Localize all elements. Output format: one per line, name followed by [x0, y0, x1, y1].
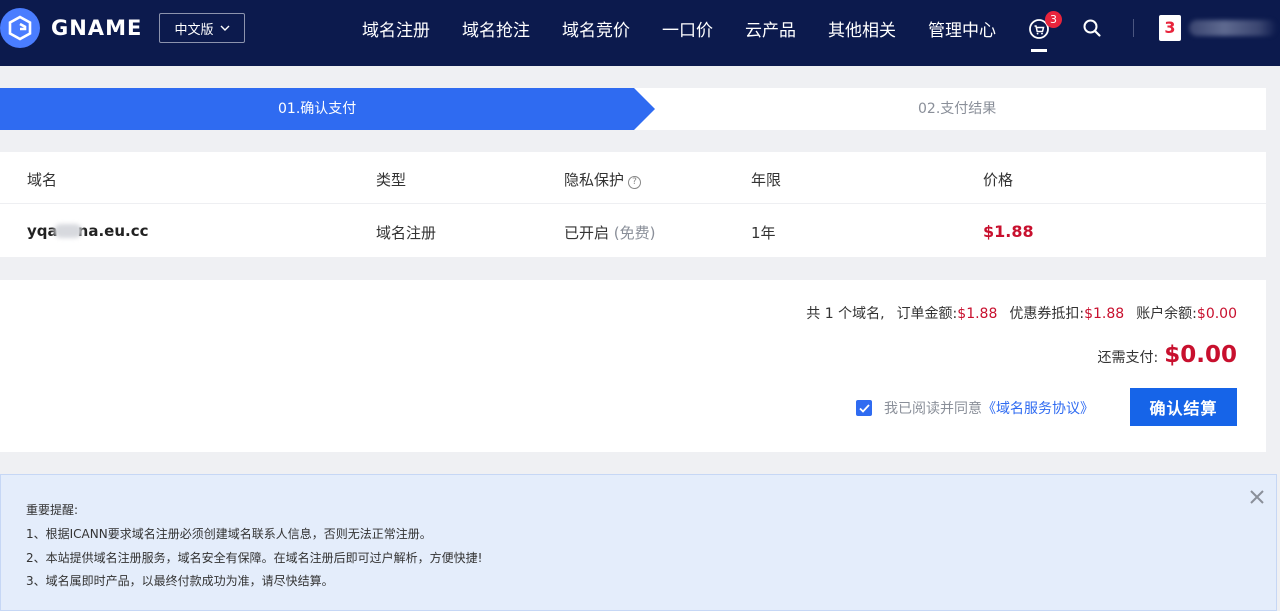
notice-title: 重要提醒:	[26, 503, 79, 517]
header-privacy-label: 隐私保护	[564, 171, 625, 189]
username-redacted[interactable]	[1189, 20, 1277, 36]
logo-mark-icon	[0, 8, 40, 48]
cart-count-badge: 3	[1045, 11, 1062, 28]
domain-name-suffix: na.eu.cc	[77, 222, 149, 240]
order-amount-label: 订单金额:	[896, 306, 958, 322]
domain-redacted	[53, 224, 82, 238]
table-header-row: 域名 类型 隐私保护? 年限 价格	[0, 152, 1266, 204]
balance-label: 账户余额:	[1136, 306, 1197, 322]
agreement-link[interactable]: 《域名服务协议》	[982, 398, 1094, 418]
close-icon[interactable]	[1246, 486, 1268, 508]
step-payment-result: 02.支付结果	[918, 101, 997, 117]
header-privacy: 隐私保护?	[564, 169, 642, 190]
nav-domain-auction[interactable]: 域名竞价	[546, 16, 646, 41]
amount-due-line: 还需支付: $0.00	[1098, 342, 1237, 368]
language-select[interactable]: 中文版	[159, 13, 245, 43]
notice-line: 2、本站提供域名注册服务，域名安全有保障。在域名注册后即可过户解析，方便快捷!	[26, 551, 483, 565]
coupon-amount: $1.88	[1084, 306, 1125, 322]
chevron-down-icon	[220, 25, 229, 31]
header-domain: 域名	[27, 171, 58, 189]
nav-other[interactable]: 其他相关	[812, 16, 912, 41]
domain-type: 域名注册	[376, 224, 437, 242]
agreement-checkbox[interactable]	[856, 400, 872, 416]
privacy-status: 已开启 (免费)	[564, 222, 656, 243]
search-icon[interactable]	[1079, 15, 1105, 41]
privacy-free-note: (免费)	[613, 224, 656, 242]
header-price: 价格	[983, 171, 1014, 189]
order-amount: $1.88	[957, 306, 998, 322]
brand-name: GNAME	[51, 16, 143, 40]
header-type: 类型	[376, 171, 407, 189]
agreement-text: 我已阅读并同意	[884, 401, 982, 417]
domain-count-text: 共 1 个域名,	[806, 306, 885, 322]
domain-price: $1.88	[983, 222, 1034, 241]
nav-management[interactable]: 管理中心	[912, 16, 1012, 41]
nav-domain-register[interactable]: 域名注册	[346, 16, 446, 41]
check-icon	[858, 403, 870, 413]
language-label: 中文版	[174, 22, 214, 38]
main-nav: 域名注册 域名抢注 域名竞价 一口价 云产品 其他相关 管理中心	[346, 0, 1012, 56]
step-confirm-payment: 01.确认支付	[278, 101, 357, 117]
notice-line: 1、根据ICANN要求域名注册必须创建域名联系人信息，否则无法正常注册。	[26, 527, 432, 541]
nav-domain-backorder[interactable]: 域名抢注	[446, 16, 546, 41]
user-avatar[interactable]: 3	[1159, 15, 1181, 41]
privacy-status-value: 已开启	[564, 224, 610, 242]
header-years: 年限	[751, 171, 782, 189]
header-divider	[1133, 19, 1134, 37]
confirm-checkout-button[interactable]: 确认结算	[1130, 388, 1237, 426]
domain-name: yqa na.eu.cc	[27, 222, 148, 240]
amount-due-label: 还需支付:	[1097, 350, 1159, 366]
order-table: 域名 类型 隐私保护? 年限 价格 yqa na.eu.cc 域名注册 已开启 (…	[0, 152, 1266, 257]
cart-active-indicator	[1031, 49, 1047, 52]
agreement-row: 我已阅读并同意 《域名服务协议》	[856, 398, 1094, 418]
nav-cloud-products[interactable]: 云产品	[729, 16, 812, 41]
brand-logo[interactable]: GNAME	[0, 8, 142, 48]
important-notice: 重要提醒: 1、根据ICANN要求域名注册必须创建域名联系人信息，否则无法正常注…	[0, 474, 1277, 611]
balance-amount: $0.00	[1196, 306, 1237, 322]
notice-line: 3、域名属即时产品，以最终付款成功为准，请尽快结算。	[26, 574, 334, 588]
nav-fixed-price[interactable]: 一口价	[646, 16, 729, 41]
domain-years: 1年	[751, 224, 776, 242]
checkout-steps: 01.确认支付 02.支付结果	[0, 88, 1266, 130]
coupon-label: 优惠券抵扣:	[1009, 306, 1085, 322]
order-summary: 共 1 个域名, 订单金额:$1.88 优惠券抵扣:$1.88 账户余额:$0.00 …	[0, 280, 1266, 452]
summary-line: 共 1 个域名, 订单金额:$1.88 优惠券抵扣:$1.88 账户余额:$0.00	[806, 303, 1237, 323]
help-icon[interactable]: ?	[628, 176, 642, 189]
amount-due: $0.00	[1164, 342, 1237, 368]
top-header: GNAME 中文版 域名注册 域名抢注 域名竞价 一口价 云产品 其他相关 管理…	[0, 0, 1280, 66]
